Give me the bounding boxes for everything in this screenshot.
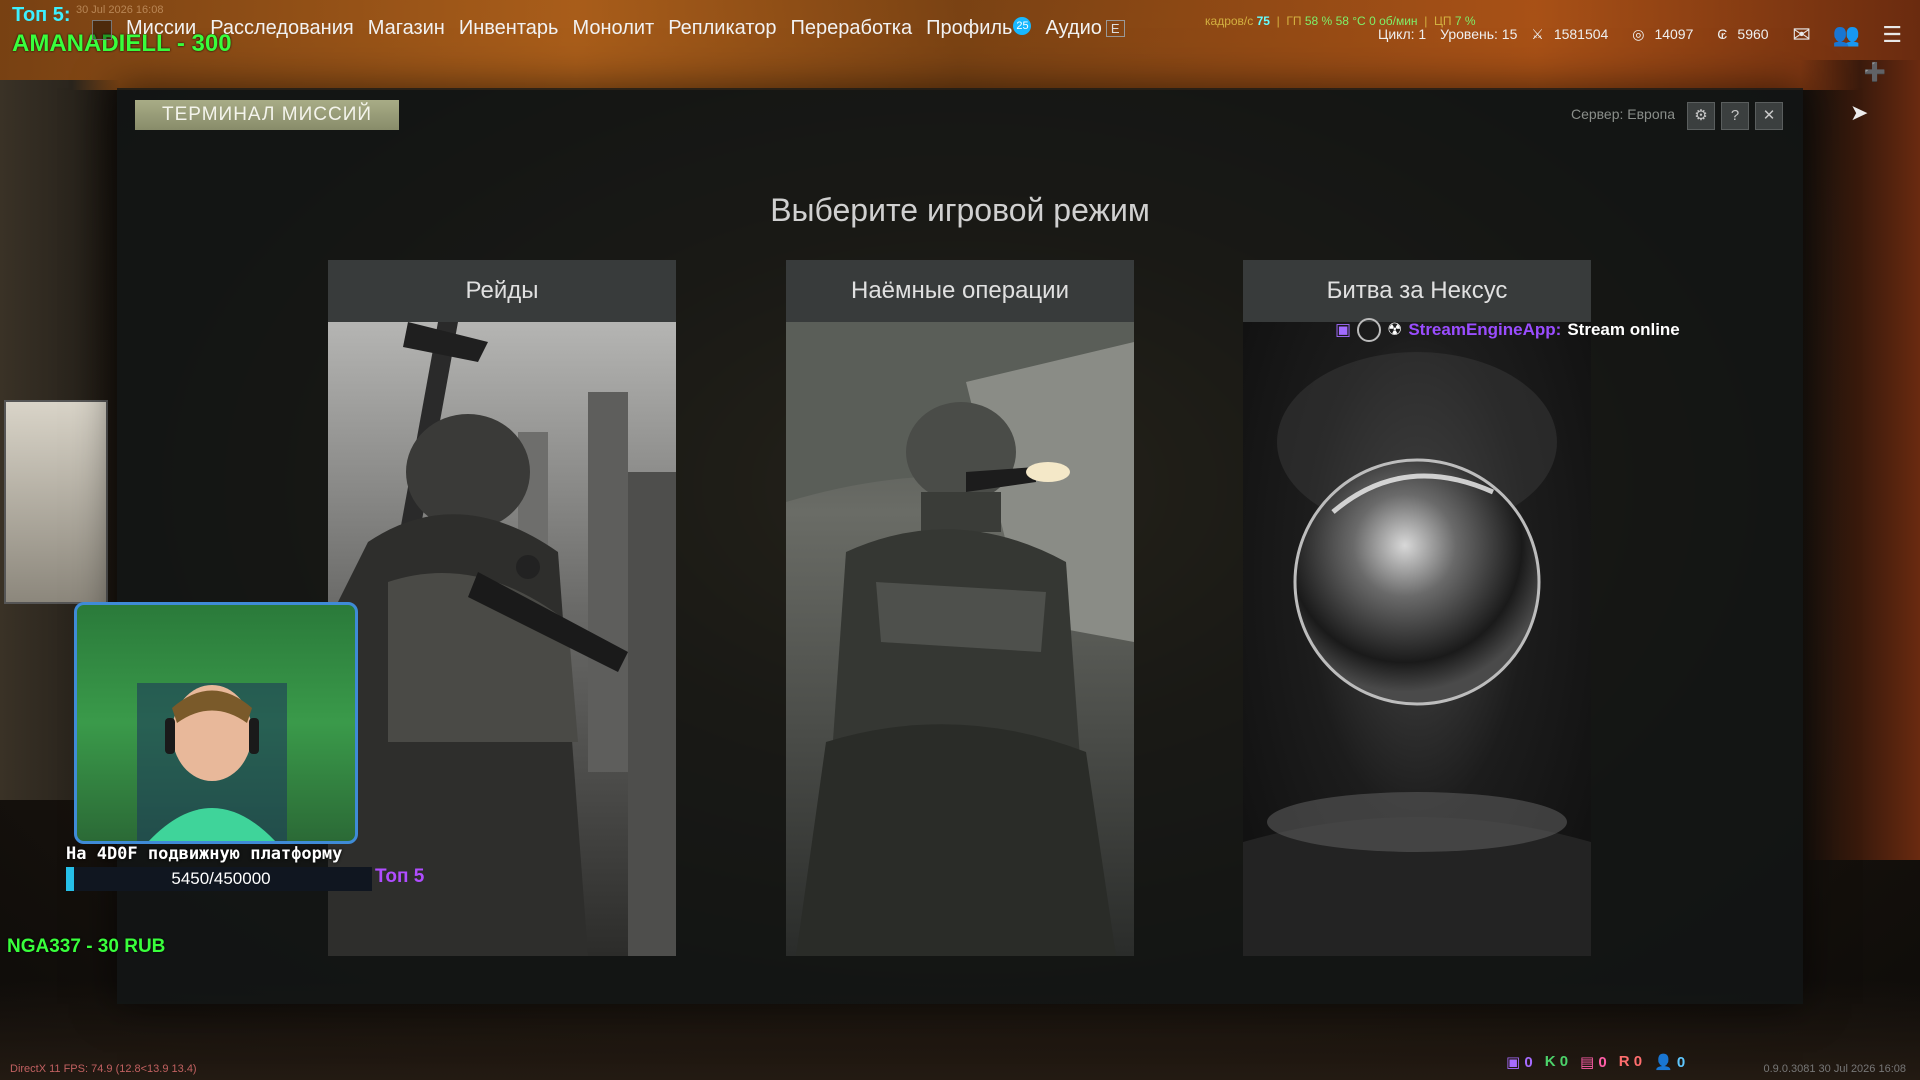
counter-vk: ▤ 0 — [1580, 1054, 1607, 1071]
friends-icon[interactable]: 👥 — [1833, 22, 1860, 48]
nav-replicator[interactable]: Репликатор — [668, 17, 776, 40]
audio-key-hint: E — [1105, 20, 1125, 38]
nav-inventory[interactable]: Инвентарь — [459, 17, 559, 40]
panel-tag: ТЕРМИНАЛ МИССИЙ — [135, 100, 399, 130]
mail-icon[interactable]: ✉ — [1792, 22, 1810, 48]
counter-rutube-value: 0 — [1633, 1053, 1643, 1070]
nav-audio-label: Аудио — [1045, 17, 1102, 39]
player-stats: Цикл: 1 Уровень: 15 ⚔ 1581504 ◎ 14097 ₢ 596… — [1378, 26, 1789, 43]
status-circle-icon — [1357, 318, 1382, 342]
panel-buttons: ⚙ ? ✕ — [1687, 102, 1783, 130]
nexus-sphere-image — [1243, 352, 1591, 956]
fps-value: 75 — [1256, 14, 1270, 28]
webcam-overlay — [74, 602, 358, 844]
server-label: Сервер: Европа — [1570, 106, 1675, 122]
background-scene-right — [1800, 60, 1920, 860]
nav-profile[interactable]: Профиль 25 — [926, 17, 1032, 40]
top-icons: ✉ 👥 ☰ — [1792, 22, 1902, 48]
close-icon: ✕ — [1762, 107, 1776, 124]
mode-card-title: Наёмные операции — [786, 260, 1134, 322]
mode-card-raids[interactable]: Рейды — [328, 260, 676, 956]
fps-label: кадров/с — [1205, 14, 1254, 28]
counter-vk-value: 0 — [1598, 1054, 1607, 1071]
streamengine-icon: ☢ — [1387, 320, 1403, 339]
currency3: ₢ 5960 — [1717, 26, 1778, 42]
gpu-label: ГП — [1286, 14, 1302, 28]
level-text: Уровень: 15 — [1440, 26, 1518, 42]
mode-card-title: Рейды — [328, 260, 676, 322]
counter-chat-value: 0 — [1524, 1054, 1533, 1071]
cycle-text: Цикл: 1 — [1378, 26, 1427, 42]
settings-button[interactable]: ⚙ — [1687, 102, 1715, 130]
currency2: ◎ 14097 — [1632, 26, 1703, 42]
streamer-image — [137, 683, 287, 841]
raids-artwork — [328, 322, 676, 956]
nav-recycling[interactable]: Переработка — [791, 17, 913, 40]
nav-home-icon[interactable] — [92, 20, 112, 40]
question-icon: ? — [1730, 107, 1740, 124]
currency1-value: 1581504 — [1553, 26, 1609, 42]
donation-goal-bar: 5450/450000 — [66, 867, 372, 891]
raids-soldier-image — [328, 322, 676, 956]
currency2-icon: ◎ — [1632, 26, 1645, 42]
top5-date: 30 Jul 2026 16:08 — [76, 4, 164, 16]
nav-investigations[interactable]: Расследования — [210, 17, 354, 40]
top5-label: Топ 5: — [12, 4, 71, 26]
stream-app-name: StreamEngineApp: — [1408, 320, 1562, 339]
currency3-icon: ₢ — [1717, 26, 1728, 42]
nav-missions[interactable]: Миссии — [126, 17, 196, 40]
stream-notification: ▣ ☢ StreamEngineApp: Stream online — [1335, 318, 1680, 342]
stream-message: Stream online — [1567, 320, 1680, 339]
gear-icon: ⚙ — [1694, 107, 1708, 124]
currency2-value: 14097 — [1654, 26, 1694, 42]
mercenary-soldier-image — [786, 322, 1134, 956]
counter-chat: ▣ 0 — [1506, 1054, 1533, 1071]
directx-fps-info: DirectX 11 FPS: 74.9 (12.8<13.9 13.4) — [10, 1063, 197, 1075]
counter-kick: K 0 — [1544, 1053, 1569, 1070]
mode-card-mercenary[interactable]: Наёмные операции — [786, 260, 1134, 956]
counter-kick-value: 0 — [1559, 1053, 1569, 1070]
goal-top5-label: Топ 5 — [375, 866, 425, 887]
counter-viewers: 👤 0 — [1654, 1054, 1686, 1071]
gpu-temp: 58 °C — [1335, 14, 1366, 28]
donation-goal-value: 5450/450000 — [171, 869, 271, 888]
counter-viewers-value: 0 — [1676, 1054, 1686, 1071]
donation-goal-text: На 4D0F подвижную платформу — [66, 844, 343, 864]
nexus-artwork — [1243, 322, 1591, 956]
top-bar: Топ 5: 30 Jul 2026 16:08 AMANADIELL - 30… — [0, 0, 1920, 82]
menu-icon[interactable]: ☰ — [1882, 22, 1902, 48]
mode-card-title: Битва за Нексус — [1243, 260, 1591, 322]
close-button[interactable]: ✕ — [1755, 102, 1783, 130]
background-machine — [4, 400, 108, 604]
mode-card-nexus[interactable]: Битва за Нексус — [1243, 260, 1591, 956]
build-info: 0.9.0.3081 30 Jul 2026 16:08 — [1763, 1063, 1906, 1075]
counter-rutube: R 0 — [1618, 1053, 1643, 1070]
currency1-icon: ⚔ — [1531, 26, 1544, 42]
page-title: Выберите игровой режим — [770, 192, 1150, 228]
mercenary-artwork — [786, 322, 1134, 956]
nav-monolith[interactable]: Монолит — [572, 17, 654, 40]
profile-badge: 25 — [1013, 17, 1032, 35]
nav-shop[interactable]: Магазин — [368, 17, 445, 40]
main-nav: Миссии Расследования Магазин Инвентарь М… — [126, 17, 1139, 40]
currency1: ⚔ 1581504 — [1531, 26, 1618, 42]
help-button[interactable]: ? — [1721, 102, 1749, 130]
gpu-load: 58 % — [1304, 14, 1333, 28]
last-donation: NGA337 - 30 RUB — [7, 936, 166, 957]
mouse-cursor-icon: ➤ — [1850, 100, 1869, 125]
twitch-icon: ▣ — [1335, 320, 1352, 339]
nav-audio[interactable]: Аудио E — [1045, 17, 1125, 40]
currency3-value: 5960 — [1737, 26, 1769, 42]
stream-counters: ▣ 0 K 0 ▤ 0 R 0 👤 0 — [1506, 1053, 1685, 1071]
add-friend-icon[interactable]: ➕ — [1864, 62, 1886, 83]
nav-profile-label: Профиль — [926, 17, 1013, 39]
